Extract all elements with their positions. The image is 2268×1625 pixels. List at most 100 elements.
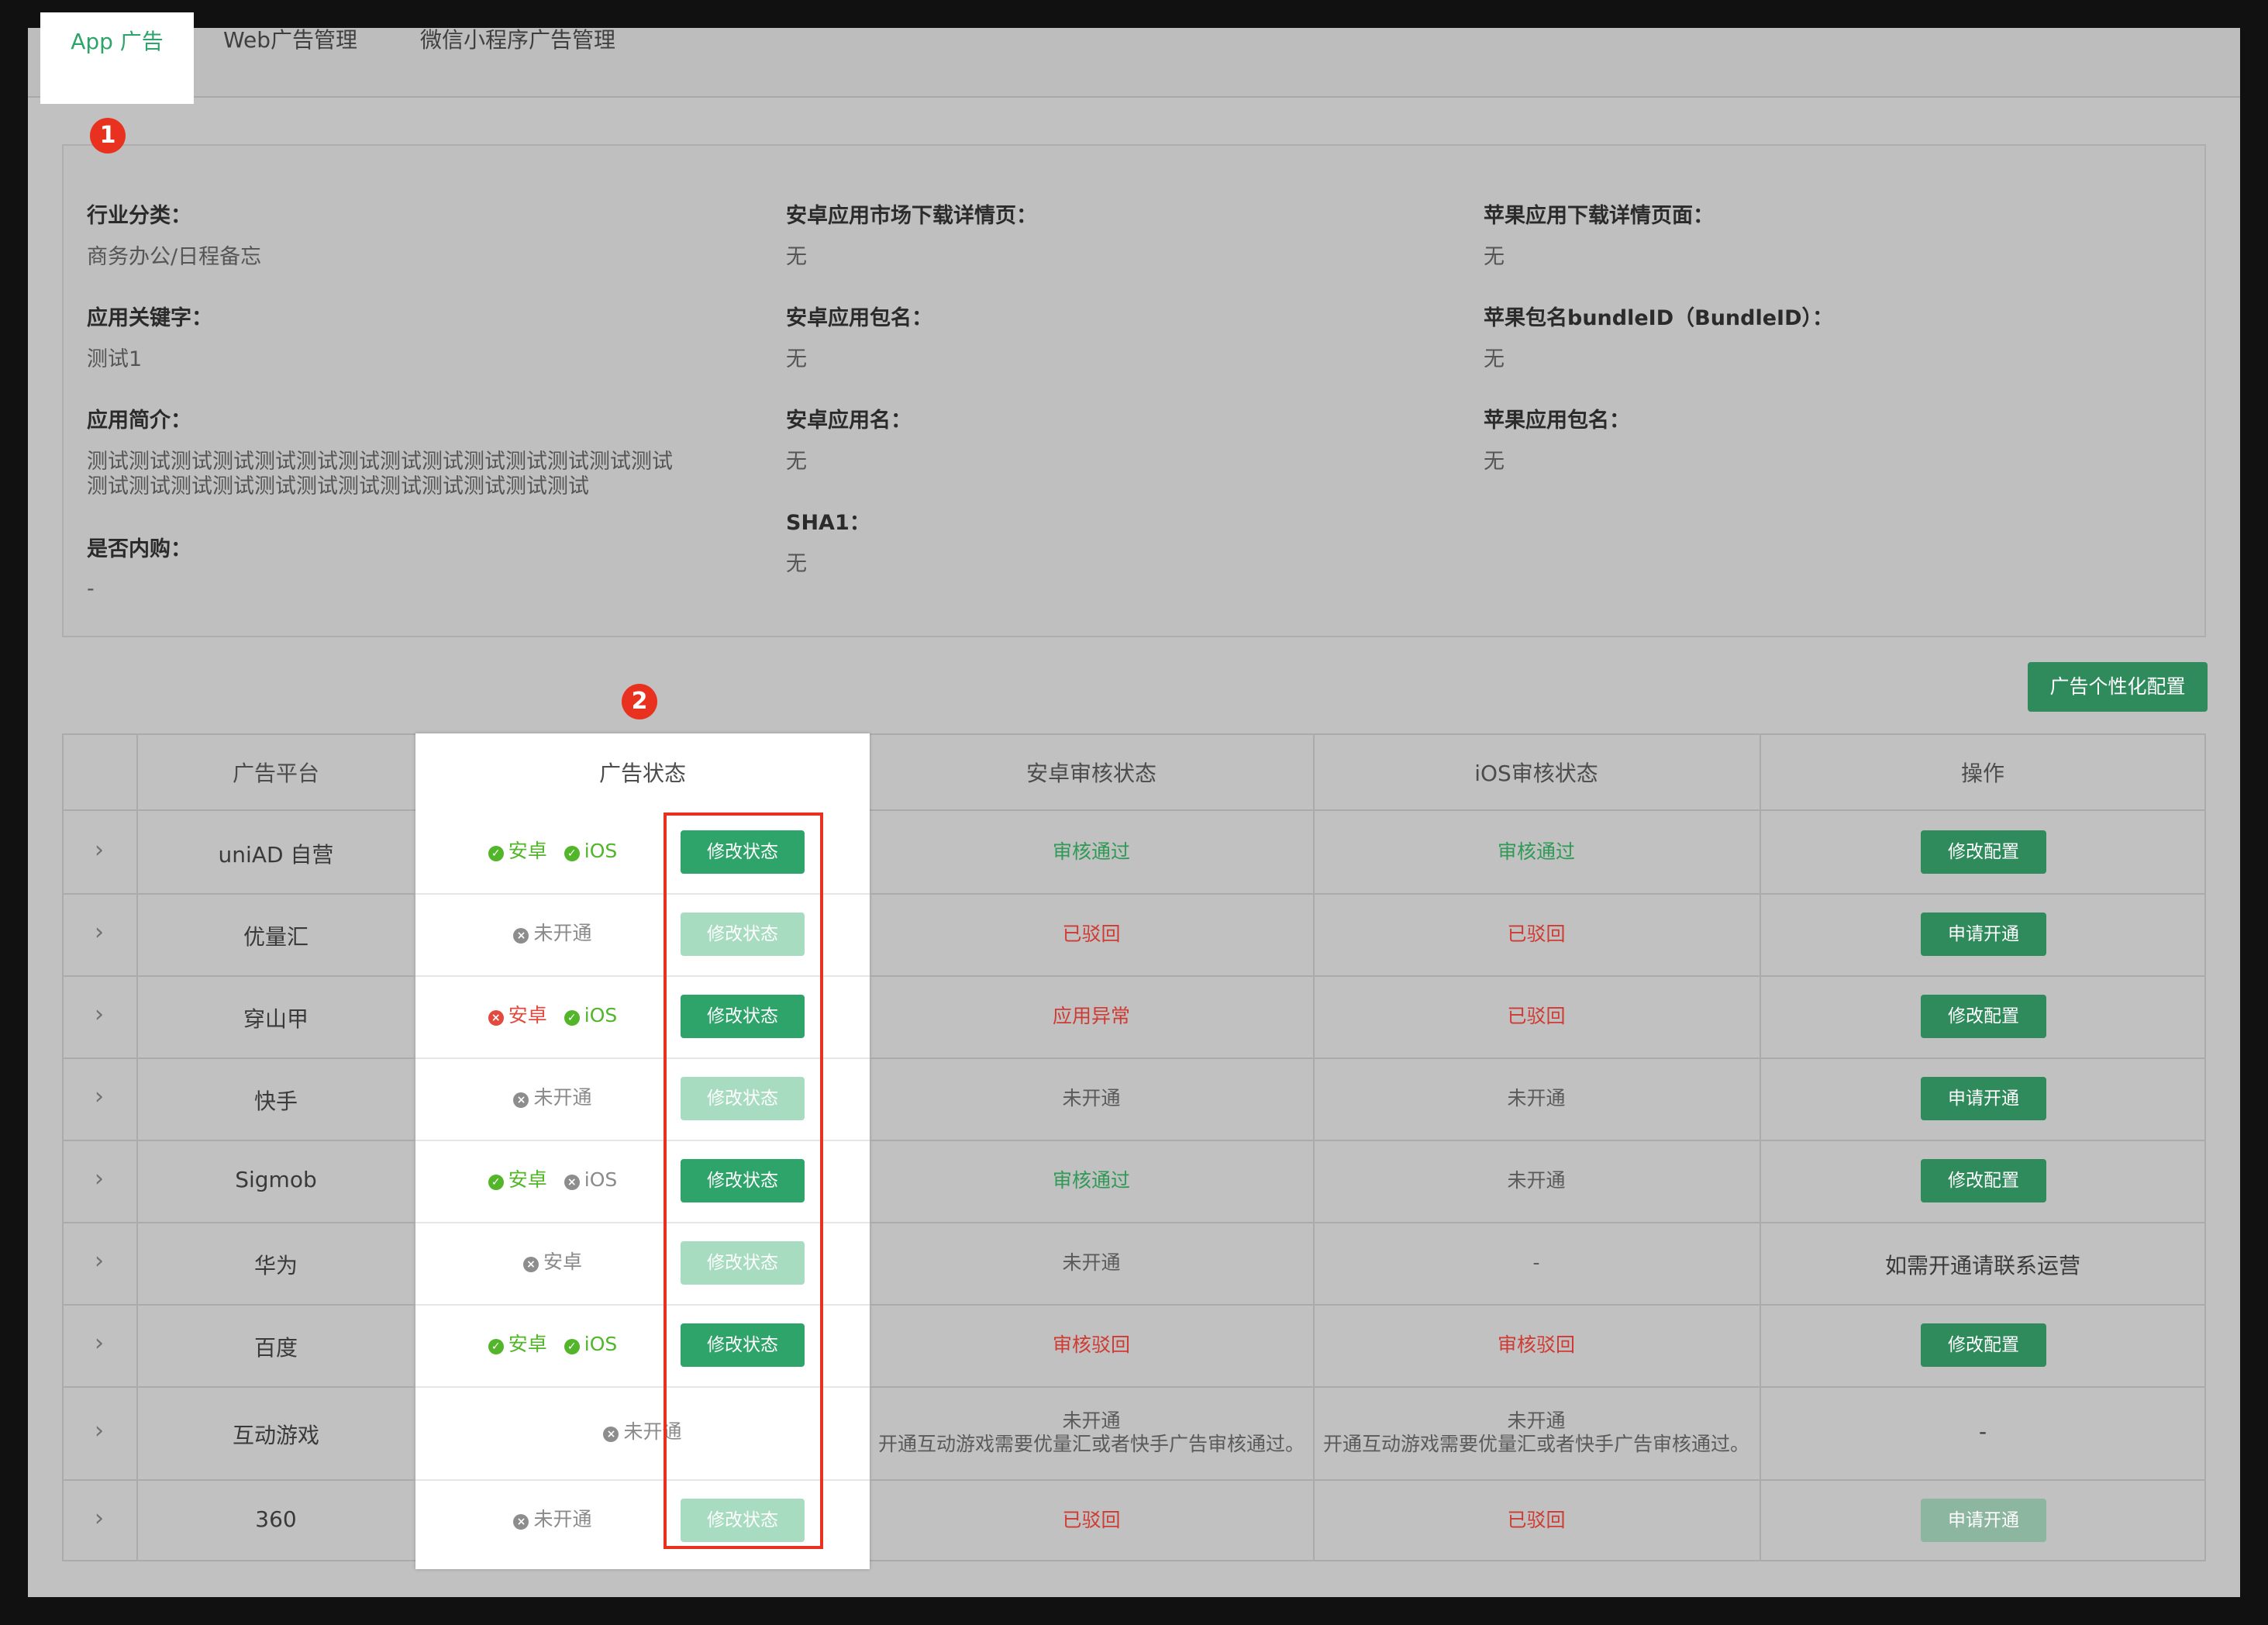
android-market-value: 无 <box>786 245 807 269</box>
ios-review-status: 审核驳回 <box>1497 1333 1575 1356</box>
apply-open-button[interactable]: 申请开通 <box>1921 913 2046 956</box>
apple-package-value: 无 <box>1484 450 1505 474</box>
tab-bar <box>28 28 2240 98</box>
row-divider <box>62 1304 2206 1306</box>
ad-status-indicators: × 安卓 ✓ iOS <box>434 1004 671 1027</box>
ad-personalization-config-button[interactable]: 广告个性化配置 <box>2028 662 2208 712</box>
expand-row-chevron-icon[interactable]: › <box>62 919 136 946</box>
ad-status-indicators: ✓ 安卓 ✓ iOS <box>434 1333 671 1356</box>
ios-review-status: - <box>1532 1251 1540 1274</box>
status-pill: ✓ iOS <box>564 840 617 863</box>
status-pill: × 安卓 <box>488 1004 547 1027</box>
close-circle-icon: × <box>488 1010 504 1026</box>
ios-review-status: 未开通 <box>1507 1087 1566 1109</box>
tab-app-ads[interactable]: App 广告 <box>40 12 194 104</box>
android-name-label: 安卓应用名： <box>786 409 912 433</box>
close-circle-icon: × <box>513 1514 529 1530</box>
platform-name: 穿山甲 <box>243 1006 308 1032</box>
close-circle-icon: × <box>513 1092 529 1108</box>
platform-name: 360 <box>255 1506 297 1532</box>
expand-row-chevron-icon[interactable]: › <box>62 1330 136 1357</box>
check-circle-icon: ✓ <box>488 846 504 861</box>
modify-config-button[interactable]: 修改配置 <box>1921 1323 2046 1367</box>
ad-status-indicators: × 安卓 <box>434 1251 671 1274</box>
expand-row-chevron-icon[interactable]: › <box>62 1001 136 1028</box>
ad-status-indicators: × 未开通 <box>434 1508 671 1531</box>
tab-wechat-miniprogram-ads[interactable]: 微信小程序广告管理 <box>420 12 615 68</box>
row-divider <box>62 1140 2206 1141</box>
platform-name: 百度 <box>253 1335 298 1361</box>
android-review-status: 审核驳回 <box>1052 1333 1130 1356</box>
status-pill: ✓ iOS <box>564 1333 618 1356</box>
ios-review-status-note: 开通互动游戏需要优量汇或者快手广告审核通过。 <box>1322 1433 1749 1455</box>
apply-open-button[interactable]: 申请开通 <box>1921 1077 2046 1120</box>
status-pill-label: 未开通 <box>533 1086 592 1109</box>
expand-row-chevron-icon[interactable]: › <box>62 1083 136 1110</box>
header-platform: 广告平台 <box>232 761 319 786</box>
apply-open-button: 申请开通 <box>1921 1499 2046 1542</box>
apple-download-label: 苹果应用下载详情页面： <box>1484 204 1714 228</box>
intro-value-line1: 测试测试测试测试测试测试测试测试测试测试测试测试测试测试 <box>87 450 673 474</box>
status-pill-label: 安卓 <box>508 1004 547 1026</box>
status-pill: × 未开通 <box>513 922 592 945</box>
status-pill-label: 安卓 <box>508 840 547 862</box>
android-market-label: 安卓应用市场下载详情页： <box>786 204 1037 228</box>
status-pill-label: 安卓 <box>508 1168 547 1191</box>
check-circle-icon: ✓ <box>488 1175 504 1190</box>
modify-config-button[interactable]: 修改配置 <box>1921 830 2046 874</box>
status-pill: × 未开通 <box>513 1508 592 1531</box>
check-circle-icon: ✓ <box>564 1339 580 1354</box>
sha1-value: 无 <box>786 552 807 576</box>
ios-review-status: 审核通过 <box>1497 840 1575 863</box>
status-pill-label: 未开通 <box>533 1508 592 1530</box>
modify-config-button[interactable]: 修改配置 <box>1921 995 2046 1038</box>
ad-status-indicators: ✓ 安卓 ✓ iOS <box>434 840 671 863</box>
ios-review-status: 已驳回 <box>1507 1005 1566 1027</box>
industry-value: 商务办公/日程备忘 <box>87 245 262 269</box>
expand-row-chevron-icon[interactable]: › <box>62 1165 136 1192</box>
apple-download-value: 无 <box>1484 245 1505 269</box>
status-pill-label: iOS <box>584 1333 618 1355</box>
status-pill: × 安卓 <box>522 1251 582 1274</box>
expand-row-chevron-icon[interactable]: › <box>62 1417 136 1444</box>
android-review-status-note: 开通互动游戏需要优量汇或者快手广告审核通过。 <box>877 1433 1305 1455</box>
platform-name: uniAD 自营 <box>218 842 334 868</box>
ios-review-status: 已驳回 <box>1507 923 1566 945</box>
row-divider <box>62 1479 2206 1481</box>
modify-config-button[interactable]: 修改配置 <box>1921 1159 2046 1202</box>
step-marker-2: 2 <box>622 684 657 719</box>
header-android-review: 安卓审核状态 <box>1025 761 1156 786</box>
android-review-status: 未开通 <box>1062 1251 1121 1274</box>
ios-review-status: 未开通 <box>1507 1169 1566 1192</box>
header-ios-review: iOS审核状态 <box>1474 761 1598 786</box>
expand-row-chevron-icon[interactable]: › <box>62 1247 136 1275</box>
action-text: - <box>1978 1419 1987 1444</box>
platform-name: Sigmob <box>235 1167 317 1192</box>
app-info-card <box>62 144 2206 637</box>
keywords-label: 应用关键字： <box>87 306 212 330</box>
android-review-status: 已驳回 <box>1062 923 1121 945</box>
status-pill-label: 安卓 <box>508 1333 547 1355</box>
status-pill-label: iOS <box>584 1004 618 1026</box>
sha1-label: SHA1： <box>786 511 870 535</box>
close-circle-icon: × <box>513 928 529 944</box>
status-pill-label: 未开通 <box>533 922 592 944</box>
ios-review-status: 未开通 <box>1507 1409 1566 1432</box>
status-pill: × iOS <box>564 1168 617 1192</box>
ad-status-indicators: × 未开通 <box>434 1086 671 1109</box>
platform-name: 优量汇 <box>243 924 308 950</box>
android-review-status: 应用异常 <box>1052 1005 1130 1027</box>
ios-review-status: 已驳回 <box>1507 1509 1566 1531</box>
expand-row-chevron-icon[interactable]: › <box>62 837 136 864</box>
industry-label: 行业分类： <box>87 204 191 228</box>
intro-label: 应用简介： <box>87 409 191 433</box>
status-pill: × 未开通 <box>513 1086 592 1109</box>
ad-status-indicators: × 未开通 <box>434 922 671 945</box>
status-pill: ✓ iOS <box>564 1004 618 1027</box>
tab-web-ads[interactable]: Web广告管理 <box>223 12 357 68</box>
platform-name: 快手 <box>253 1089 298 1114</box>
apple-bundle-value: 无 <box>1484 347 1505 371</box>
header-actions: 操作 <box>1960 761 2004 786</box>
expand-row-chevron-icon[interactable]: › <box>62 1505 136 1532</box>
modify-status-highlight-box <box>664 812 823 1549</box>
